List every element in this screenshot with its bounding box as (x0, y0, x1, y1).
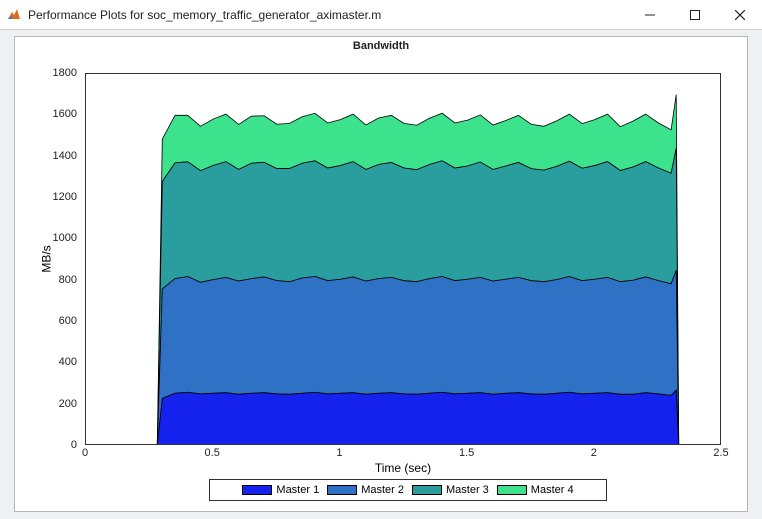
chart-title: Bandwidth (15, 40, 747, 52)
x-tick-label: 2.5 (713, 447, 728, 459)
x-tick-label: 1.5 (459, 447, 474, 459)
y-tick-label: 0 (17, 439, 77, 451)
minimize-button[interactable] (627, 0, 672, 30)
x-tick-label: 1 (336, 447, 342, 459)
legend-swatch (327, 485, 357, 495)
y-axis-label: MB/s (33, 73, 60, 445)
x-tick-label: 2 (591, 447, 597, 459)
x-tick-label: 0.5 (205, 447, 220, 459)
y-tick-label: 800 (17, 274, 77, 286)
x-axis-label: Time (sec) (85, 461, 721, 475)
y-tick-label: 1400 (17, 150, 77, 162)
y-tick-label: 200 (17, 398, 77, 410)
legend-item: Master 1 (242, 484, 319, 496)
window-title: Performance Plots for soc_memory_traffic… (28, 8, 627, 22)
legend-item: Master 4 (497, 484, 574, 496)
y-tick-label: 400 (17, 356, 77, 368)
y-tick-label: 600 (17, 315, 77, 327)
legend[interactable]: Master 1 Master 2 Master 3 Master 4 (209, 479, 607, 501)
title-bar: Performance Plots for soc_memory_traffic… (0, 0, 762, 30)
legend-label: Master 4 (531, 484, 574, 496)
y-tick-label: 1000 (17, 232, 77, 244)
legend-label: Master 1 (276, 484, 319, 496)
close-button[interactable] (717, 0, 762, 30)
legend-swatch (497, 485, 527, 495)
axes[interactable] (85, 73, 721, 445)
y-tick-label: 1600 (17, 108, 77, 120)
legend-item: Master 3 (412, 484, 489, 496)
stacked-area (86, 74, 721, 445)
plot-panel: Bandwidth MB/s Time (sec) 0 200 400 600 800 1… (14, 36, 748, 512)
legend-swatch (412, 485, 442, 495)
maximize-button[interactable] (672, 0, 717, 30)
matlab-icon (6, 7, 22, 23)
legend-item: Master 2 (327, 484, 404, 496)
area-series (86, 390, 679, 445)
y-tick-label: 1800 (17, 67, 77, 79)
figure-area: Bandwidth MB/s Time (sec) 0 200 400 600 800 1… (0, 30, 762, 519)
legend-label: Master 3 (446, 484, 489, 496)
legend-swatch (242, 485, 272, 495)
legend-label: Master 2 (361, 484, 404, 496)
window-controls (627, 0, 762, 30)
x-tick-label: 0 (82, 447, 88, 459)
y-tick-label: 1200 (17, 191, 77, 203)
